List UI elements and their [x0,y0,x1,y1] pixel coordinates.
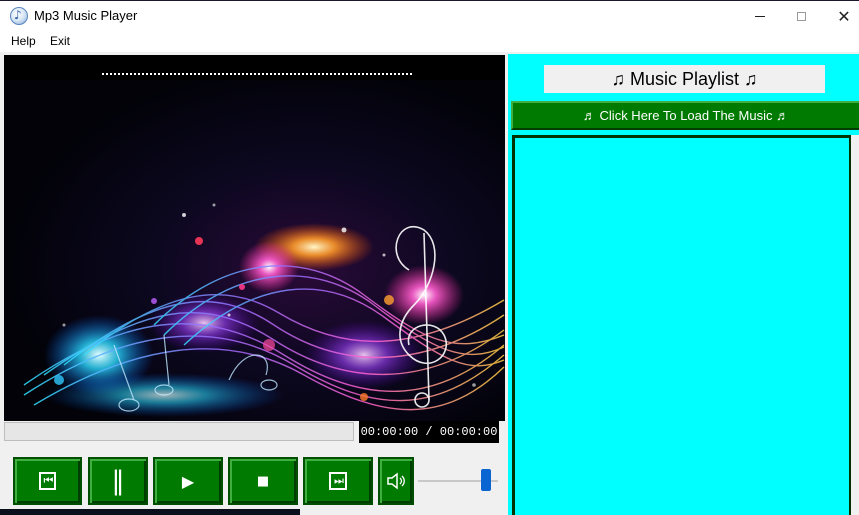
playlist-listbox[interactable] [512,135,851,515]
maximize-button[interactable] [778,1,824,32]
progress-bar[interactable] [4,422,354,441]
volume-button[interactable] [378,457,414,505]
playlist-panel: ♫ Music Playlist ♫ ♬ Click Here To Load … [508,54,859,515]
time-display: 00:00:00 / 00:00:00 [359,421,499,443]
stop-button[interactable]: ■ [228,457,298,505]
previous-button[interactable]: ⏮ [13,457,82,505]
close-button[interactable]: ✕ [821,1,859,32]
console-strip [0,509,300,515]
minimize-icon [755,16,765,17]
play-button[interactable]: ▶ [153,457,223,505]
stop-icon: ■ [256,473,270,489]
progress-row: 00:00:00 / 00:00:00 [4,421,505,445]
album-art-image [4,55,505,421]
title-bar[interactable]: Mp3 Music Player ✕ [0,1,859,32]
menu-exit[interactable]: Exit [50,34,70,48]
playlist-scrollbar[interactable] [851,135,859,515]
window-title: Mp3 Music Player [34,8,138,23]
music-art-graphic [4,80,505,421]
player-controls: ⏮ ‖ ▶ ■ ⏭ [4,447,505,511]
pause-icon: ‖ [111,466,125,496]
volume-slider-thumb[interactable] [481,469,491,491]
load-music-button[interactable]: ♬ Click Here To Load The Music ♬ [511,101,859,130]
close-icon: ✕ [837,7,851,26]
maximize-icon [796,12,806,21]
minimize-button[interactable] [737,1,783,32]
next-track-icon: ⏭ [329,472,347,490]
pause-button[interactable]: ‖ [88,457,148,505]
speaker-icon [387,472,405,490]
previous-track-icon: ⏮ [38,472,57,490]
menu-bar: Help Exit [0,32,859,52]
app-window: Mp3 Music Player ✕ Help Exit [0,0,859,515]
volume-slider[interactable] [418,469,498,493]
dotted-divider [102,73,412,75]
art-top-bar [4,55,505,80]
music-player-app-icon [10,7,28,25]
next-button[interactable]: ⏭ [303,457,373,505]
menu-help[interactable]: Help [11,34,36,48]
play-icon: ▶ [181,471,195,491]
playlist-title: ♫ Music Playlist ♫ [544,65,825,93]
